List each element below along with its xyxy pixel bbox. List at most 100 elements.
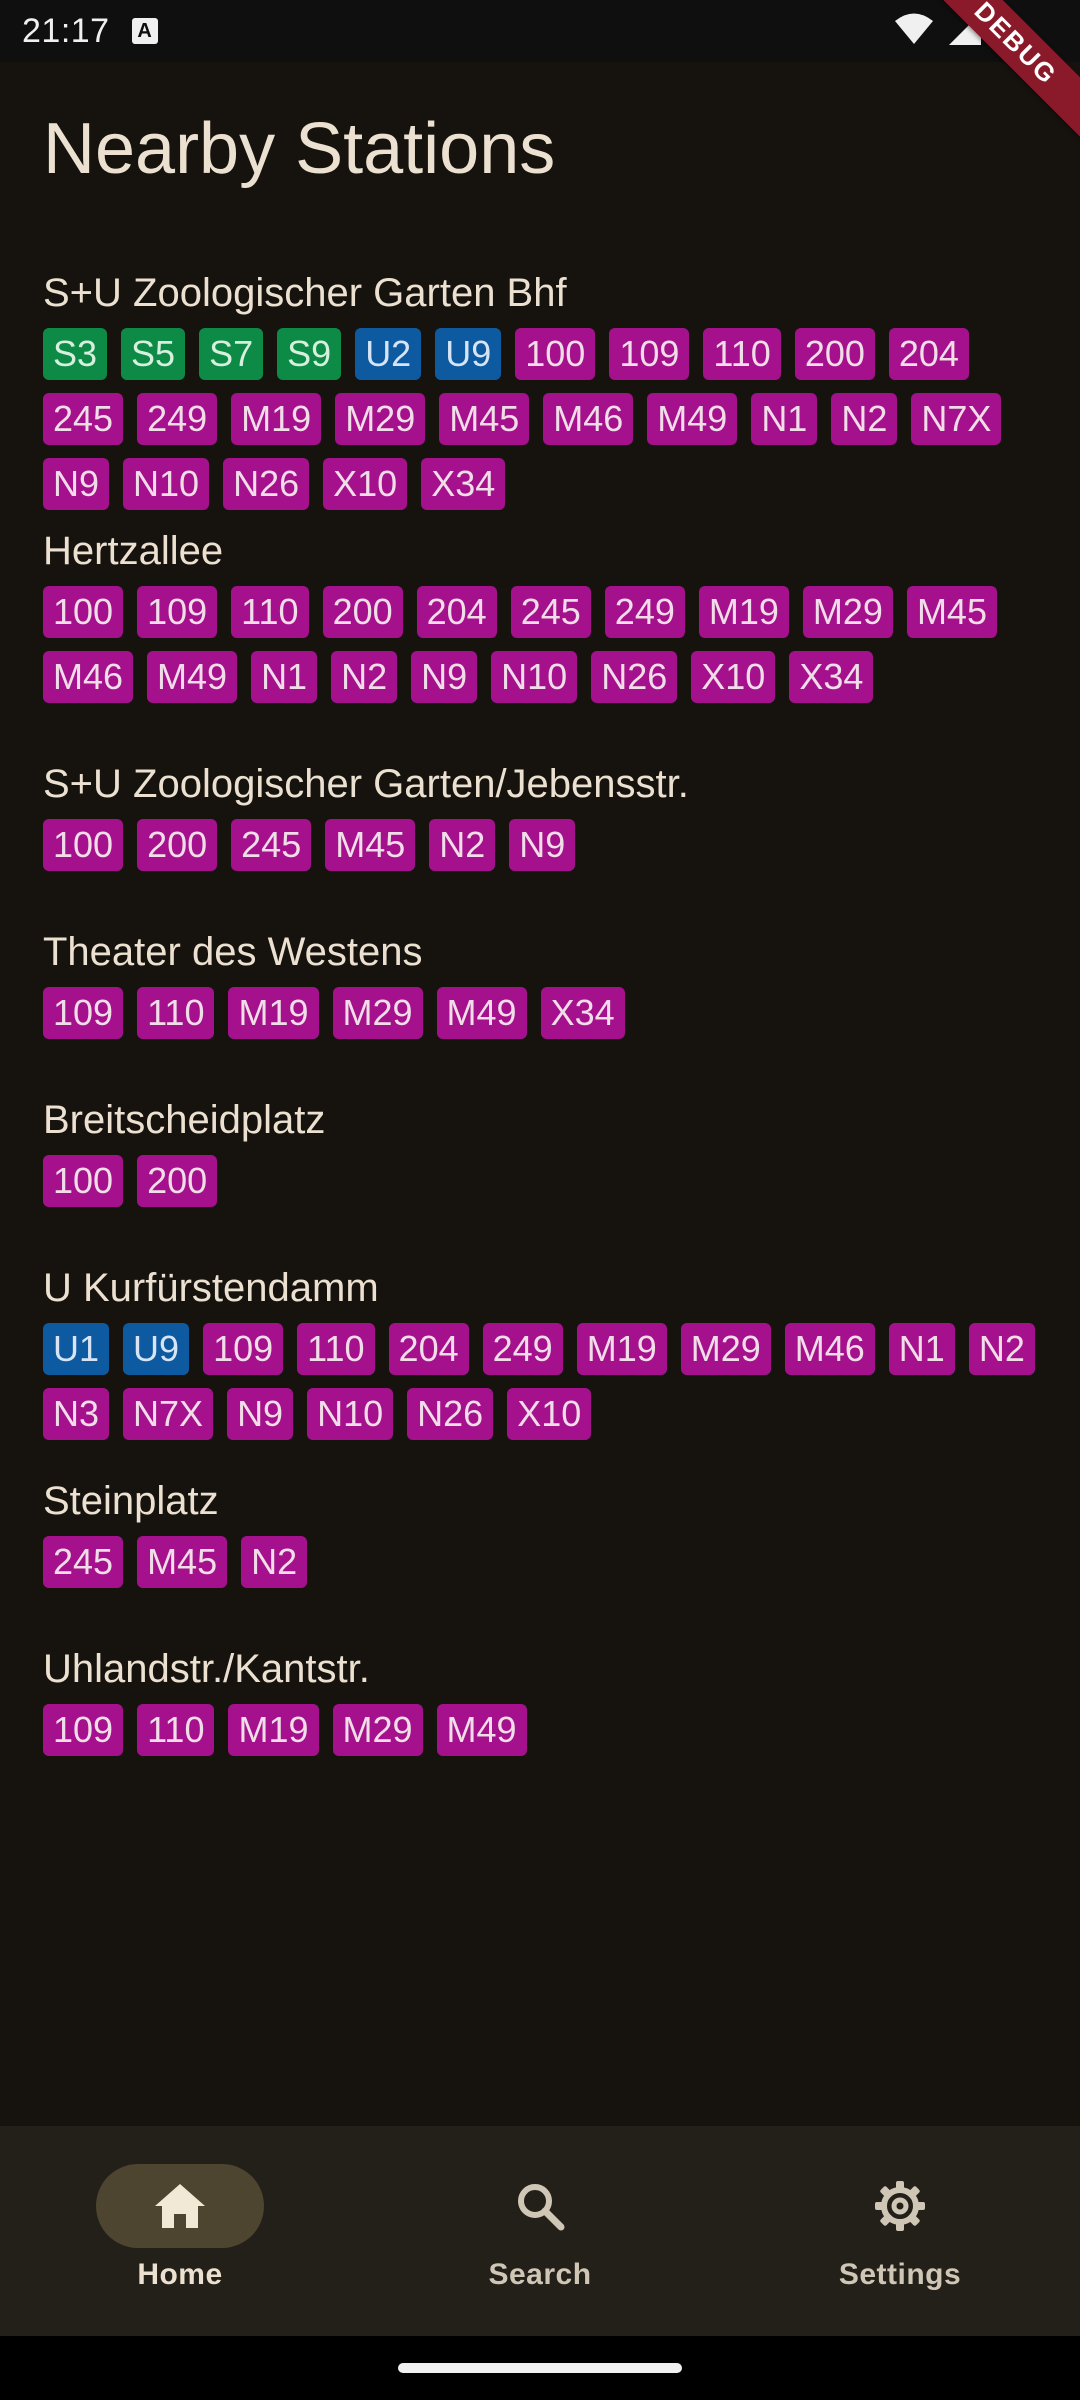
line-badge-bus: 245 bbox=[43, 393, 124, 445]
line-badge-ubahn: U2 bbox=[355, 328, 422, 380]
line-badge-bus: M19 bbox=[576, 1323, 667, 1375]
station-item[interactable]: Breitscheidplatz 100 200 bbox=[43, 1095, 1043, 1207]
station-item[interactable]: S+U Zoologischer Garten/Jebensstr. 100 200… bbox=[43, 759, 1043, 871]
station-lines: 109 110 M19 M29 M49 X34 bbox=[43, 987, 1043, 1039]
line-badge-ubahn: U9 bbox=[435, 328, 502, 380]
line-badge-bus: 245 bbox=[231, 819, 312, 871]
station-lines: 100 109 110 200 204 245 249 M19 M29 M45 M46 M49 N1 N2… bbox=[43, 586, 1043, 703]
line-badge-bus: 100 bbox=[515, 328, 596, 380]
line-badge-bus: M19 bbox=[228, 1704, 319, 1756]
station-lines: 245 M45 N2 bbox=[43, 1536, 1043, 1588]
nav-search[interactable]: Search bbox=[360, 2126, 720, 2336]
line-badge-bus: 200 bbox=[137, 1155, 218, 1207]
line-badge-bus: 245 bbox=[43, 1536, 124, 1588]
line-badge-bus: 110 bbox=[137, 1704, 215, 1756]
home-icon bbox=[155, 2184, 205, 2228]
station-item[interactable]: Uhlandstr./Kantstr. 109 110 M19 M29 M49 bbox=[43, 1644, 1043, 1756]
line-badge-bus: M29 bbox=[332, 987, 423, 1039]
line-badge-sbahn: S5 bbox=[121, 328, 186, 380]
nav-settings-pill bbox=[816, 2164, 984, 2248]
line-badge-bus: M19 bbox=[231, 393, 322, 445]
station-lines: U1 U9 109 110 204 249 M19 M29 M46 N1 N2 N3 N7X N9 N10 N… bbox=[43, 1323, 1043, 1440]
home-gesture-handle[interactable] bbox=[398, 2363, 682, 2373]
station-name: S+U Zoologischer Garten/Jebensstr. bbox=[43, 762, 689, 806]
station-lines: 109 110 M19 M29 M49 bbox=[43, 1704, 1043, 1756]
line-badge-bus: M49 bbox=[436, 987, 527, 1039]
line-badge-bus: 245 bbox=[510, 586, 591, 638]
station-lines: 100 200 bbox=[43, 1155, 1043, 1207]
station-name: Hertzallee bbox=[43, 529, 224, 573]
station-name: Breitscheidplatz bbox=[43, 1098, 326, 1142]
line-badge-bus: 204 bbox=[388, 1323, 469, 1375]
line-badge-bus: 100 bbox=[43, 1155, 124, 1207]
line-badge-bus: N10 bbox=[307, 1388, 394, 1440]
line-badge-bus: X34 bbox=[421, 458, 506, 510]
line-badge-ubahn: U1 bbox=[43, 1323, 110, 1375]
page-title: Nearby Stations bbox=[43, 109, 556, 189]
line-badge-bus: 204 bbox=[888, 328, 969, 380]
line-badge-bus: 204 bbox=[416, 586, 497, 638]
line-badge-bus: 109 bbox=[609, 328, 690, 380]
search-icon bbox=[518, 2184, 565, 2231]
line-badge-bus: 200 bbox=[794, 328, 875, 380]
line-badge-bus: N3 bbox=[43, 1388, 110, 1440]
line-badge-bus: N26 bbox=[407, 1388, 494, 1440]
line-badge-bus: N7X bbox=[123, 1388, 214, 1440]
nav-search-pill bbox=[456, 2164, 624, 2248]
notification-icon: A bbox=[131, 18, 158, 44]
line-badge-ubahn: U9 bbox=[123, 1323, 190, 1375]
line-badge-bus: M45 bbox=[439, 393, 530, 445]
line-badge-bus: M46 bbox=[543, 393, 634, 445]
app-root: 21:17 A DEBUG Nearby Stations S+U Zoolog… bbox=[0, 0, 1080, 2400]
line-badge-bus: 110 bbox=[297, 1323, 375, 1375]
line-badge-bus: M49 bbox=[147, 651, 238, 703]
line-badge-bus: N2 bbox=[831, 393, 898, 445]
line-badge-bus: M45 bbox=[137, 1536, 228, 1588]
line-badge-bus: 249 bbox=[604, 586, 685, 638]
line-badge-bus: X34 bbox=[789, 651, 874, 703]
line-badge-bus: 200 bbox=[322, 586, 403, 638]
station-name: S+U Zoologischer Garten Bhf bbox=[43, 271, 567, 315]
line-badge-bus: 110 bbox=[231, 586, 309, 638]
station-item[interactable]: U Kurfürstendamm U1 U9 109 110 204 249 M19 M29 M4… bbox=[43, 1263, 1043, 1440]
nav-settings[interactable]: Settings bbox=[720, 2126, 1080, 2336]
station-item[interactable]: Hertzallee 100 109 110 200 204 245 249 M19 M29 M45… bbox=[43, 526, 1043, 703]
line-badge-bus: N9 bbox=[43, 458, 110, 510]
line-badge-sbahn: S9 bbox=[277, 328, 342, 380]
station-item[interactable]: Steinplatz 245 M45 N2 bbox=[43, 1476, 1043, 1588]
line-badge-bus: M45 bbox=[906, 586, 997, 638]
line-badge-bus: N7X bbox=[911, 393, 1002, 445]
line-badge-bus: 109 bbox=[43, 1704, 124, 1756]
line-badge-bus: N2 bbox=[331, 651, 398, 703]
line-badge-bus: 100 bbox=[43, 819, 124, 871]
line-badge-bus: M46 bbox=[43, 651, 134, 703]
gear-icon bbox=[875, 2181, 925, 2231]
station-lines: 100 200 245 M45 N2 N9 bbox=[43, 819, 1043, 871]
line-badge-bus: N2 bbox=[241, 1536, 308, 1588]
line-badge-bus: M45 bbox=[325, 819, 416, 871]
station-name: Uhlandstr./Kantstr. bbox=[43, 1647, 370, 1691]
line-badge-bus: N9 bbox=[509, 819, 576, 871]
line-badge-bus: N10 bbox=[123, 458, 210, 510]
line-badge-bus: N9 bbox=[411, 651, 478, 703]
line-badge-bus: X34 bbox=[540, 987, 625, 1039]
wifi-icon bbox=[895, 13, 933, 44]
line-badge-bus: M29 bbox=[332, 1704, 423, 1756]
station-item[interactable]: S+U Zoologischer Garten Bhf S3 S5 S7 S9 U2 U9 1… bbox=[43, 268, 1043, 510]
nav-search-label: Search bbox=[488, 2258, 592, 2291]
nav-home[interactable]: Home bbox=[0, 2126, 360, 2336]
line-badge-bus: M49 bbox=[647, 393, 738, 445]
line-badge-bus: N10 bbox=[491, 651, 578, 703]
line-badge-bus: N1 bbox=[251, 651, 318, 703]
station-name: U Kurfürstendamm bbox=[43, 1266, 379, 1310]
line-badge-bus: N2 bbox=[968, 1323, 1035, 1375]
line-badge-bus: 110 bbox=[703, 328, 781, 380]
stations-list: S+U Zoologischer Garten Bhf S3 S5 S7 S9 U2 U9 1… bbox=[43, 268, 1043, 1796]
nav-home-pill bbox=[96, 2164, 264, 2248]
line-badge-bus: N26 bbox=[223, 458, 310, 510]
line-badge-bus: M29 bbox=[335, 393, 426, 445]
line-badge-bus: 109 bbox=[43, 987, 124, 1039]
station-item[interactable]: Theater des Westens 109 110 M19 M29 M49 X34 bbox=[43, 927, 1043, 1039]
line-badge-sbahn: S7 bbox=[199, 328, 264, 380]
line-badge-bus: X10 bbox=[507, 1388, 592, 1440]
